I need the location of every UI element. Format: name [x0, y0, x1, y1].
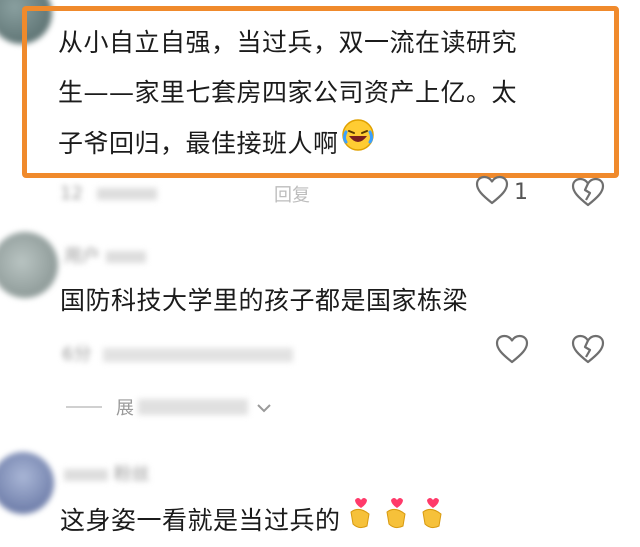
comment-line-text: 这身姿一看就是当过兵的	[60, 505, 341, 535]
blurred-reply-count	[138, 399, 248, 415]
dislike-button[interactable]	[570, 333, 606, 369]
like-button[interactable]: 1	[474, 174, 528, 210]
comment-text: 国防科技大学里的孩子都是国家栋梁	[60, 286, 469, 315]
username-text: 用户	[64, 246, 100, 267]
comment-time: 12	[60, 183, 83, 204]
divider-line	[66, 406, 102, 408]
comment-line-text: 子爷回归，最佳接班人啊	[58, 128, 339, 158]
comment-text: 从小自立自强，当过兵，双一流在读研究 生——家里七套房四家公司资产上亿。太 子爷…	[58, 18, 608, 169]
avatar[interactable]	[0, 452, 54, 514]
comment-meta: 12	[60, 183, 170, 204]
heart-icon	[494, 334, 530, 369]
dislike-button[interactable]	[570, 176, 606, 212]
broken-heart-icon	[570, 334, 606, 369]
comment-line: 子爷回归，最佳接班人啊	[58, 118, 608, 169]
expand-label: 展	[116, 398, 134, 419]
avatar[interactable]	[0, 232, 58, 298]
comment-meta: 6分	[62, 340, 294, 366]
reply-button[interactable]: 回复	[274, 181, 310, 207]
like-button[interactable]	[494, 333, 530, 369]
reply-label: 回复	[274, 185, 310, 206]
expand-replies-button[interactable]: 展	[66, 394, 272, 420]
username: 用户	[64, 242, 146, 268]
heart-icon	[474, 174, 510, 210]
username: 粉丝	[64, 460, 150, 486]
broken-heart-icon	[570, 177, 606, 212]
comment-line: 从小自立自强，当过兵，双一流在读研究	[58, 28, 518, 57]
laughing-crying-emoji-icon	[341, 118, 375, 169]
comment-line: 生——家里七套房四家公司资产上亿。太	[58, 78, 518, 107]
chevron-down-icon	[256, 398, 272, 417]
comment-text: 这身姿一看就是当过兵的	[60, 494, 447, 547]
finger-heart-icon	[345, 494, 375, 547]
comment-time: 6分	[62, 344, 92, 365]
username-text: 粉丝	[113, 464, 150, 485]
like-count: 1	[514, 179, 528, 205]
finger-heart-icon	[417, 494, 447, 547]
finger-heart-icon	[381, 494, 411, 547]
